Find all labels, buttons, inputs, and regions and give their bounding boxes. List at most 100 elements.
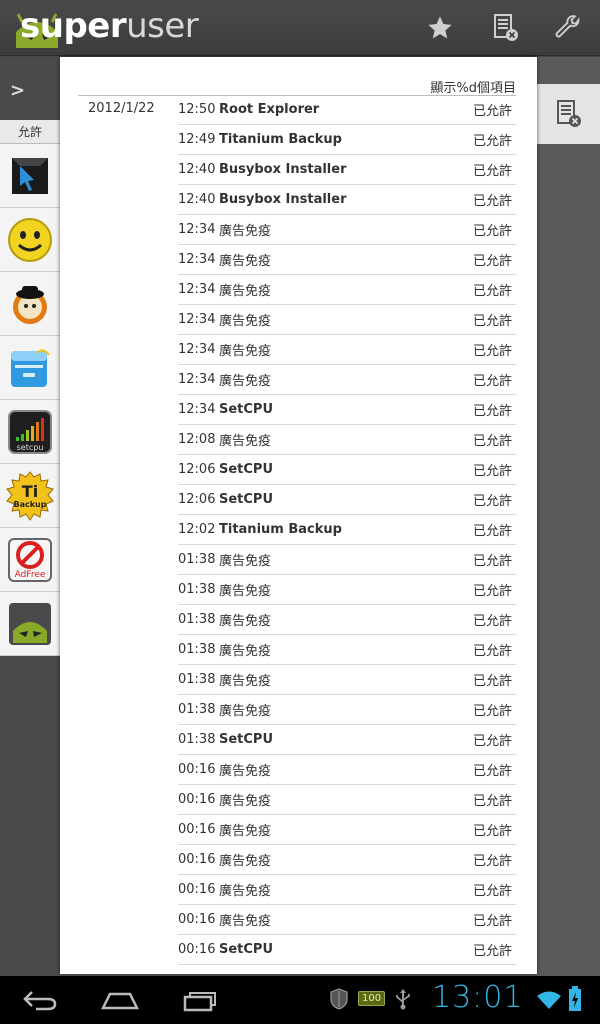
log-app-name: SetCPU — [219, 942, 274, 957]
log-row[interactable]: 01:38 廣告免疫 已允許 — [178, 665, 516, 695]
log-date: 2012/1/22 — [88, 101, 155, 116]
battery-status — [568, 986, 582, 1012]
home-button[interactable] — [96, 984, 144, 1016]
log-app-name: 廣告免疫 — [219, 644, 272, 659]
log-time: 12:34 — [178, 372, 216, 387]
recent-apps-button[interactable] — [176, 984, 224, 1016]
log-row[interactable]: 01:38 廣告免疫 已允許 — [178, 575, 516, 605]
log-row[interactable]: 12:02 Titanium Backup 已允許 — [178, 515, 516, 545]
star-button[interactable] — [420, 8, 460, 48]
log-row[interactable]: 12:06 SetCPU 已允許 — [178, 455, 516, 485]
log-row[interactable]: 12:50 Root Explorer 已允許 — [178, 95, 516, 125]
log-row[interactable]: 00:16 廣告免疫 已允許 — [178, 845, 516, 875]
log-row[interactable]: 01:38 廣告免疫 已允許 — [178, 545, 516, 575]
log-app-name: 廣告免疫 — [219, 224, 272, 239]
log-row[interactable]: 01:38 廣告免疫 已允許 — [178, 605, 516, 635]
log-row[interactable]: 12:34 廣告免疫 已允許 — [178, 305, 516, 335]
log-row[interactable]: 12:08 廣告免疫 已允許 — [178, 425, 516, 455]
log-dialog: 顯示%d個項目 2012/1/22 12:50 Root Explorer 已允許 1… — [60, 57, 537, 974]
home-icon — [100, 992, 140, 1010]
log-status: 已允許 — [472, 434, 512, 449]
app-list-item[interactable]: AdFree — [0, 528, 60, 592]
log-time: 01:38 — [178, 552, 216, 567]
log-row[interactable]: 00:16 廣告免疫 已允許 — [178, 905, 516, 935]
log-list[interactable]: 12:50 Root Explorer 已允許 12:49 Titanium Backu… — [178, 95, 516, 965]
app-list-item[interactable] — [0, 592, 60, 656]
log-row[interactable]: 12:40 Busybox Installer 已允許 — [178, 185, 516, 215]
log-row[interactable]: 12:34 廣告免疫 已允許 — [178, 275, 516, 305]
log-time: 00:16 — [178, 912, 216, 927]
battery-charging-icon — [569, 986, 581, 1011]
log-app-name: 廣告免疫 — [219, 764, 272, 779]
log-row[interactable]: 00:16 廣告免疫 已允許 — [178, 785, 516, 815]
sidebar-chevron[interactable]: > — [10, 80, 25, 101]
log-status: 已允許 — [472, 884, 512, 899]
log-row[interactable]: 00:16 廣告免疫 已允許 — [178, 875, 516, 905]
log-app-name: 廣告免疫 — [219, 914, 272, 929]
log-app-name: Root Explorer — [219, 102, 320, 117]
back-button[interactable] — [16, 984, 64, 1016]
usb-icon — [396, 989, 410, 1010]
log-status: 已允許 — [472, 254, 512, 269]
app-list-item[interactable]: Ti Backup — [0, 464, 60, 528]
app-list-item[interactable] — [0, 336, 60, 400]
log-time: 00:16 — [178, 942, 216, 957]
app-list-item[interactable] — [0, 272, 60, 336]
log-status: 已允許 — [472, 554, 512, 569]
log-time: 00:16 — [178, 822, 216, 837]
log-app-name: Busybox Installer — [219, 192, 347, 207]
star-icon — [428, 16, 452, 39]
log-row[interactable]: 12:34 SetCPU 已允許 — [178, 395, 516, 425]
log-app-name: 廣告免疫 — [219, 824, 272, 839]
wifi-status — [536, 990, 562, 1010]
log-status: 已允許 — [472, 524, 512, 539]
log-status: 已允許 — [472, 584, 512, 599]
log-time: 12:49 — [178, 132, 216, 147]
log-app-name: SetCPU — [219, 402, 274, 417]
log-row[interactable]: 12:49 Titanium Backup 已允許 — [178, 125, 516, 155]
log-time: 01:38 — [178, 702, 216, 717]
log-time: 00:16 — [178, 792, 216, 807]
app-list-item[interactable]: setcpu — [0, 400, 60, 464]
settings-button[interactable] — [548, 8, 588, 48]
smiley-app-icon — [8, 217, 52, 262]
log-row[interactable]: 00:16 廣告免疫 已允許 — [178, 815, 516, 845]
log-row[interactable]: 12:34 廣告免疫 已允許 — [178, 215, 516, 245]
app-list-item[interactable] — [0, 208, 60, 272]
app-title: superuser — [20, 6, 199, 46]
log-row[interactable]: 12:34 廣告免疫 已允許 — [178, 365, 516, 395]
recent-apps-icon — [183, 992, 216, 1012]
titanium-backup-app-label-bottom: Backup — [14, 500, 47, 509]
log-row[interactable]: 12:34 廣告免疫 已允許 — [178, 335, 516, 365]
log-time: 00:16 — [178, 762, 216, 777]
log-time: 12:50 — [178, 102, 216, 117]
log-row[interactable]: 01:38 廣告免疫 已允許 — [178, 635, 516, 665]
log-row[interactable]: 01:38 SetCPU 已允許 — [178, 725, 516, 755]
log-time: 01:38 — [178, 582, 216, 597]
log-status: 已允許 — [472, 104, 512, 119]
adfree-app-label: AdFree — [15, 570, 46, 580]
log-row[interactable]: 12:34 廣告免疫 已允許 — [178, 245, 516, 275]
log-row[interactable]: 12:06 SetCPU 已允許 — [178, 485, 516, 515]
log-app-name: SetCPU — [219, 492, 274, 507]
shield-status — [330, 988, 348, 1010]
app-list-item[interactable] — [0, 144, 60, 208]
log-time: 01:38 — [178, 612, 216, 627]
dialog-header: 顯示%d個項目 — [430, 81, 516, 96]
log-app-name: Busybox Installer — [219, 162, 347, 177]
log-row[interactable]: 01:38 廣告免疫 已允許 — [178, 695, 516, 725]
log-status: 已允許 — [472, 644, 512, 659]
log-status: 已允許 — [472, 464, 512, 479]
log-app-name: 廣告免疫 — [219, 314, 272, 329]
log-app-name: 廣告免疫 — [219, 344, 272, 359]
log-row[interactable]: 00:16 SetCPU 已允許 — [178, 935, 516, 965]
allowed-tab-header[interactable]: 允許 — [0, 120, 60, 144]
log-row[interactable]: 00:16 廣告免疫 已允許 — [178, 755, 516, 785]
log-row[interactable]: 12:40 Busybox Installer 已允許 — [178, 155, 516, 185]
titanium-backup-app-icon: Ti Backup — [6, 470, 54, 521]
shield-icon — [330, 988, 348, 1010]
log-status: 已允許 — [472, 344, 512, 359]
log-time: 01:38 — [178, 732, 216, 747]
clear-log-button[interactable] — [486, 8, 526, 48]
log-status: 已允許 — [472, 374, 512, 389]
